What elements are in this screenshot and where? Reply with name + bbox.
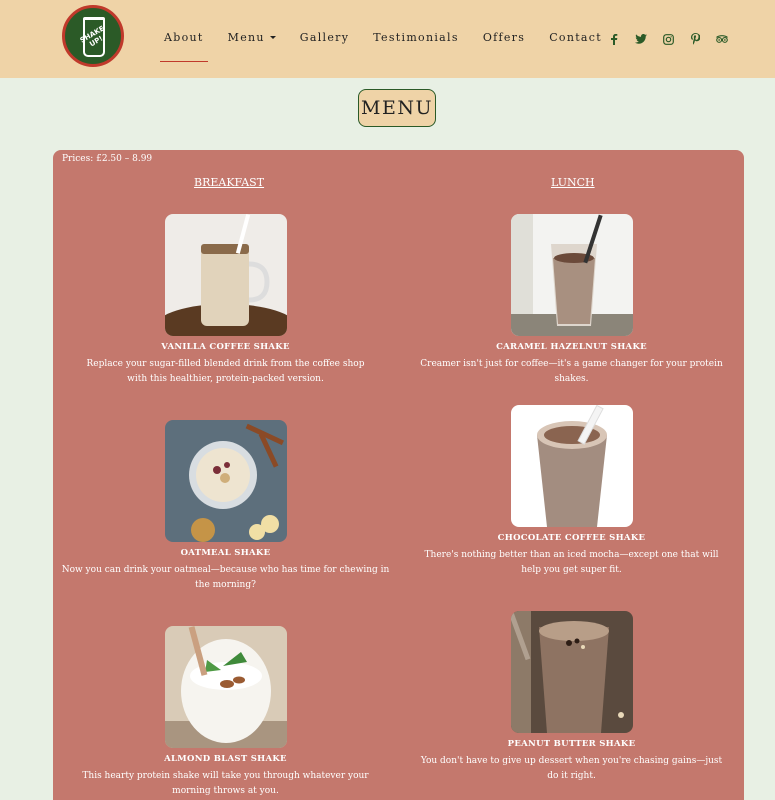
item-name: PEANUT BUTTER SHAKE [507, 739, 636, 749]
menu-item-almond-blast: ALMOND BLAST SHAKE This hearty protein s… [53, 626, 398, 799]
nav-item-menu[interactable]: Menu [228, 31, 276, 44]
item-description: This hearty protein shake will take you … [82, 771, 369, 796]
tripadvisor-icon[interactable] [716, 33, 728, 45]
peanut-butter-shake-image [510, 611, 633, 733]
item-description: Now you can drink your oatmeal—because w… [61, 565, 390, 590]
caramel-hazelnut-shake-image [510, 214, 633, 336]
nav-item-gallery[interactable]: Gallery [300, 31, 349, 44]
logo-text: SHAKE UP! [78, 23, 106, 48]
nav-item-testimonials[interactable]: Testimonials [373, 31, 459, 44]
pinterest-icon[interactable] [689, 33, 701, 45]
menu-item-vanilla-coffee: VANILLA COFFEE SHAKE Replace your sugar-… [53, 214, 398, 387]
nav-item-contact[interactable]: Contact [549, 31, 602, 44]
item-description: You don't have to give up dessert when y… [420, 756, 723, 781]
nav-item-about[interactable]: About [160, 31, 208, 62]
item-description: Replace your sugar-filled blended drink … [86, 359, 365, 384]
menu-item-chocolate-coffee: CHOCOLATE COFFEE SHAKE There's nothing b… [399, 405, 744, 578]
item-name: OATMEAL SHAKE [180, 548, 271, 558]
almond-blast-shake-image [164, 626, 287, 748]
facebook-icon[interactable] [608, 33, 620, 45]
lunch-heading[interactable]: LUNCH [551, 176, 595, 189]
navbar: SHAKE UP! About Menu Gallery Testimonial… [0, 0, 775, 78]
oatmeal-shake-image [164, 420, 287, 542]
chevron-down-icon [269, 36, 276, 39]
item-name: VANILLA COFFEE SHAKE [161, 342, 290, 352]
menu-item-oatmeal: OATMEAL SHAKE Now you can drink your oat… [53, 420, 398, 593]
nav-item-offers[interactable]: Offers [483, 31, 525, 44]
menu-panel: Prices: £2.50 – 8.99 BREAKFAST LUNCH VAN… [53, 150, 744, 800]
item-name: ALMOND BLAST SHAKE [164, 754, 287, 764]
item-name: CARAMEL HAZELNUT SHAKE [496, 342, 647, 352]
item-description: Creamer isn't just for coffee—it's a gam… [420, 359, 723, 384]
prices-text: Prices: £2.50 – 8.99 [62, 154, 153, 164]
nav-links: About Menu Gallery Testimonials Offers C… [160, 31, 626, 62]
cup-icon: SHAKE UP! [79, 17, 105, 57]
page-title: MENU [358, 89, 436, 127]
logo[interactable]: SHAKE UP! [62, 5, 124, 67]
instagram-icon[interactable] [662, 33, 674, 45]
twitter-icon[interactable] [635, 33, 647, 45]
social-links [608, 33, 728, 45]
chocolate-coffee-shake-image [510, 405, 633, 527]
menu-item-caramel-hazelnut: CARAMEL HAZELNUT SHAKE Creamer isn't jus… [399, 214, 744, 387]
nav-item-menu-label: Menu [227, 31, 265, 44]
menu-item-peanut-butter: PEANUT BUTTER SHAKE You don't have to gi… [399, 611, 744, 784]
breakfast-heading[interactable]: BREAKFAST [194, 176, 264, 189]
item-description: There's nothing better than an iced moch… [424, 550, 719, 575]
item-name: CHOCOLATE COFFEE SHAKE [497, 533, 646, 543]
vanilla-coffee-shake-image [164, 214, 287, 336]
